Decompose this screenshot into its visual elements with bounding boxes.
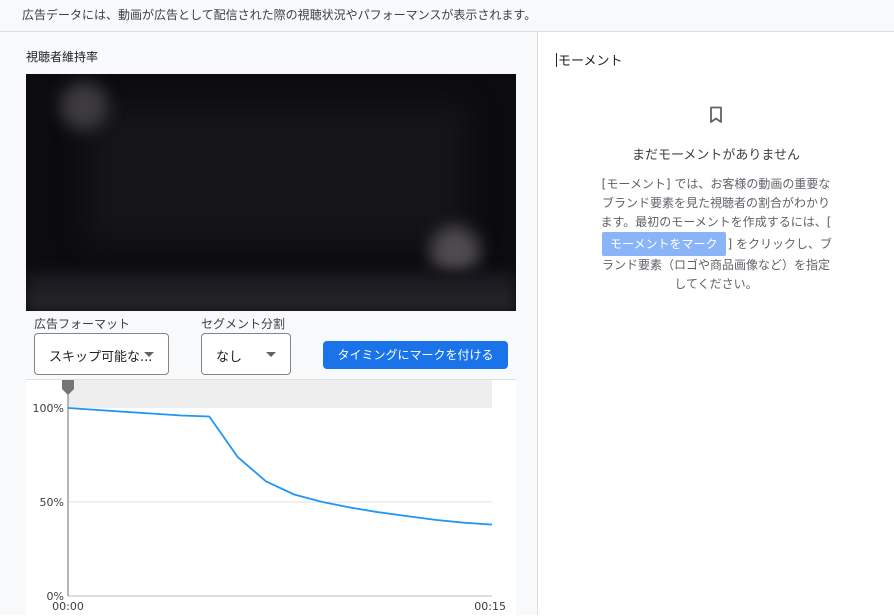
- empty-moments-heading: まだモーメントがありません: [631, 148, 801, 163]
- timeline-band: [68, 380, 492, 408]
- retention-line: [67, 407, 493, 526]
- y-tick-label: 100%: [33, 402, 64, 415]
- x-tick-label: 00:15: [474, 600, 506, 613]
- moments-panel: モーメント まだモーメントがありません [モーメント] では、お客様の動画の重要…: [538, 32, 894, 615]
- segment-value: なし: [216, 350, 243, 365]
- caret-down-icon: [144, 352, 154, 357]
- x-tick-label: 00:00: [52, 600, 84, 613]
- retention-chart-svg: 100%50%0%00:00 00:15: [33, 380, 506, 613]
- ad-format-label: 広告フォーマット: [34, 317, 131, 331]
- ad-data-notice: 広告データには、動画が広告として配信された際の視聴状況やパフォーマンスが表示され…: [0, 0, 894, 32]
- mark-timing-button[interactable]: タイミングにマークを付ける: [323, 341, 508, 369]
- moments-title-text: モーメント: [558, 54, 623, 69]
- y-tick-label: 50%: [40, 496, 64, 509]
- retention-chart[interactable]: 100% 50% 0% 00:00 00:15: [26, 379, 516, 616]
- ad-format-select[interactable]: スキップ可能な...: [34, 333, 169, 375]
- retention-title: 視聴者維持率: [26, 50, 99, 64]
- text-cursor: [556, 53, 557, 67]
- notice-text: 広告データには、動画が広告として配信された際の視聴状況やパフォーマンスが表示され…: [22, 8, 537, 22]
- bookmark-icon: [710, 106, 722, 123]
- desc-part-1: [モーメント] では、お客様の動画の重要なブランド要素を見た視聴者の割合がわかり…: [600, 177, 832, 229]
- segment-select[interactable]: なし: [201, 333, 291, 375]
- ad-format-value: スキップ可能な...: [49, 350, 153, 365]
- mark-moment-chip[interactable]: モーメントをマーク: [601, 232, 726, 256]
- caret-down-icon: [266, 352, 276, 357]
- empty-moments-description: [モーメント] では、お客様の動画の重要なブランド要素を見た視聴者の割合がわかり…: [598, 175, 834, 294]
- retention-controls: 広告フォーマット スキップ可能な... セグメント分割 なし タイミングにマーク…: [26, 311, 516, 379]
- segment-label: セグメント分割: [201, 317, 286, 331]
- video-preview[interactable]: [26, 74, 516, 311]
- moments-title: モーメント: [556, 50, 622, 69]
- retention-panel: 視聴者維持率 広告フォーマット スキップ可能な... セグメント分割 なし タイ…: [0, 32, 538, 616]
